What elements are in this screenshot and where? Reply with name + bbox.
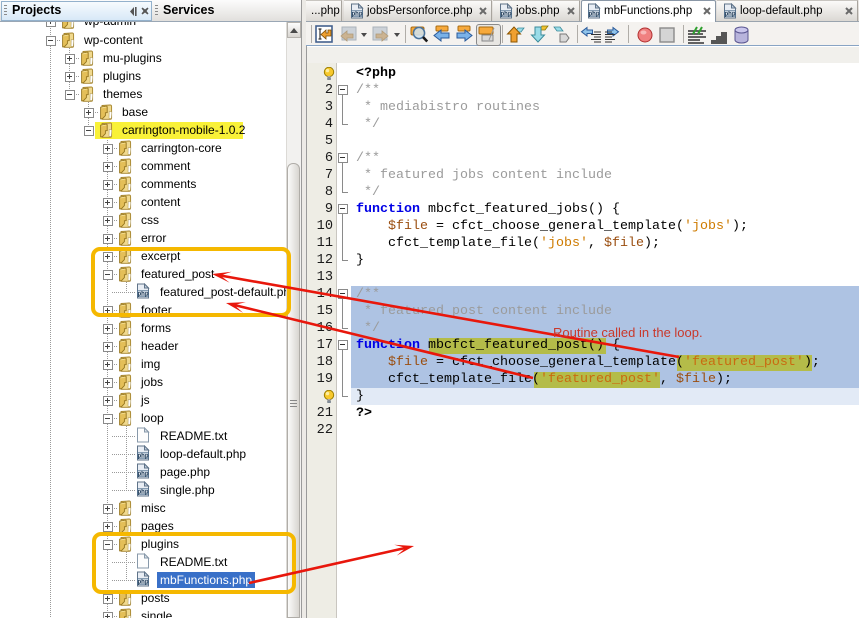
svg-text:Routine called in the loop.: Routine called in the loop.	[553, 325, 703, 340]
